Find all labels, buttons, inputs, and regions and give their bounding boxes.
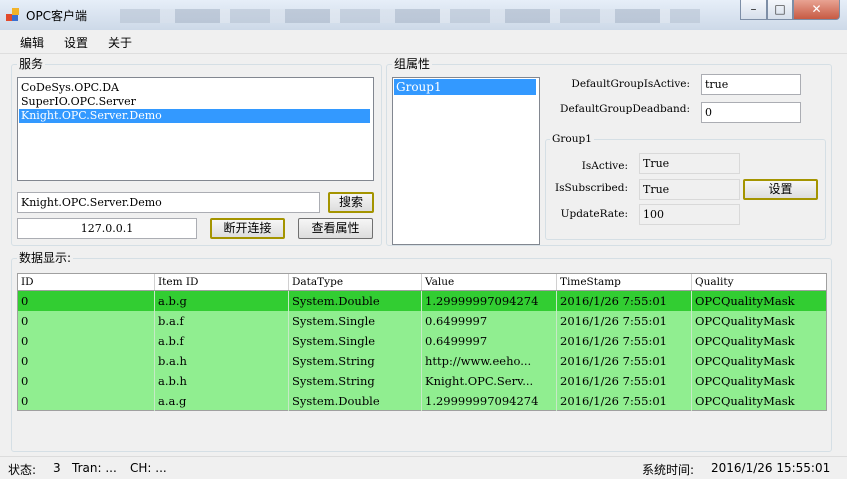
- cell-id: 0: [18, 311, 155, 331]
- table-row[interactable]: 0 b.a.f System.Single 0.6499997 2016/1/2…: [18, 311, 826, 331]
- minimize-button[interactable]: –: [740, 0, 767, 20]
- ip-address-field[interactable]: 127.0.0.1: [17, 218, 197, 239]
- service-item[interactable]: SuperIO.OPC.Server: [19, 95, 370, 109]
- cell-id: 0: [18, 291, 155, 311]
- cell-quality: OPCQualityMask: [695, 334, 795, 348]
- status-state-label: 状态:: [8, 463, 37, 477]
- close-button[interactable]: ✕: [793, 0, 840, 20]
- table-row[interactable]: 0 a.a.g System.Double 1.29999997094274 2…: [18, 391, 826, 411]
- default-active-field[interactable]: true: [701, 74, 801, 95]
- cell-datatype: System.String: [289, 351, 422, 371]
- cell-quality: OPCQualityMask: [695, 314, 795, 328]
- grid-header: ID Item ID DataType Value TimeStamp Qual…: [18, 274, 826, 291]
- cell-datatype: System.Single: [289, 331, 422, 351]
- cell-timestamp: 2016/1/26 7:55:01: [557, 311, 692, 331]
- cell-value: 1.29999997094274: [422, 391, 557, 411]
- cell-timestamp: 2016/1/26 7:55:01: [557, 291, 692, 311]
- cell-item-id: a.a.g: [155, 391, 289, 411]
- cell-item-id: a.b.g: [155, 291, 289, 311]
- cell-id: 0: [18, 371, 155, 391]
- cell-timestamp: 2016/1/26 7:55:01: [557, 351, 692, 371]
- cell-quality: OPCQualityMask: [695, 374, 795, 388]
- column-header[interactable]: ID: [18, 274, 155, 290]
- disconnect-button[interactable]: 断开连接: [210, 218, 285, 239]
- cell-timestamp: 2016/1/26 7:55:01: [557, 331, 692, 351]
- system-time-label: 系统时间:: [642, 463, 695, 477]
- window-title: OPC客户端: [26, 9, 88, 23]
- cell-quality: OPCQualityMask: [695, 354, 795, 368]
- cell-timestamp: 2016/1/26 7:55:01: [557, 371, 692, 391]
- is-active-field[interactable]: True: [639, 153, 740, 174]
- menu-edit[interactable]: 编辑: [20, 34, 44, 51]
- table-row-selected[interactable]: 0 a.b.g System.Double 1.29999997094274 2…: [18, 291, 826, 311]
- column-header[interactable]: Quality: [692, 274, 826, 290]
- service-item[interactable]: CoDeSys.OPC.DA: [19, 81, 370, 95]
- column-header[interactable]: Value: [422, 274, 557, 290]
- view-properties-button[interactable]: 查看属性: [298, 218, 373, 239]
- table-row[interactable]: 0 b.a.h System.String http://www.eeho...…: [18, 351, 826, 371]
- menu-settings[interactable]: 设置: [64, 34, 88, 51]
- cell-datatype: System.Single: [289, 311, 422, 331]
- maximize-button[interactable]: □: [767, 0, 793, 20]
- is-subscribed-field[interactable]: True: [639, 179, 740, 200]
- table-row[interactable]: 0 a.b.f System.Single 0.6499997 2016/1/2…: [18, 331, 826, 351]
- app-icon: [6, 8, 20, 22]
- groups-list[interactable]: Group1: [392, 77, 540, 245]
- cell-quality: OPCQualityMask: [695, 394, 795, 408]
- default-deadband-field[interactable]: 0: [701, 102, 801, 123]
- cell-item-id: b.a.f: [155, 311, 289, 331]
- cell-timestamp: 2016/1/26 7:55:01: [557, 391, 692, 411]
- services-label: 服务: [17, 57, 46, 71]
- title-bar: OPC客户端 – □ ✕: [0, 0, 847, 31]
- cell-value: 1.29999997094274: [422, 291, 557, 311]
- blurred-background: [120, 9, 700, 23]
- service-item-selected[interactable]: Knight.OPC.Server.Demo: [19, 109, 370, 123]
- cell-item-id: a.b.h: [155, 371, 289, 391]
- column-header[interactable]: DataType: [289, 274, 422, 290]
- cell-datatype: System.String: [289, 371, 422, 391]
- cell-id: 0: [18, 351, 155, 371]
- menu-about[interactable]: 关于: [108, 34, 132, 51]
- table-row[interactable]: 0 a.b.h System.String Knight.OPC.Serv...…: [18, 371, 826, 391]
- search-button[interactable]: 搜索: [328, 192, 374, 213]
- data-display-label: 数据显示:: [17, 251, 74, 265]
- status-tran: Tran: ...: [72, 461, 117, 475]
- group-properties-label: 组属性: [392, 57, 433, 71]
- default-active-label: DefaultGroupIsActive:: [571, 78, 690, 90]
- cell-id: 0: [18, 391, 155, 411]
- cell-datatype: System.Double: [289, 391, 422, 411]
- group-item-selected[interactable]: Group1: [394, 79, 536, 95]
- default-deadband-label: DefaultGroupDeadband:: [560, 103, 690, 115]
- cell-value: 0.6499997: [422, 331, 557, 351]
- status-bar: 状态: 3 Tran: ... CH: ... 系统时间: 2016/1/26 …: [0, 456, 847, 479]
- services-list[interactable]: CoDeSys.OPC.DA SuperIO.OPC.Server Knight…: [17, 77, 374, 181]
- system-time-value: 2016/1/26 15:55:01: [711, 461, 831, 475]
- cell-value: http://www.eeho...: [422, 351, 557, 371]
- cell-value: Knight.OPC.Serv...: [422, 371, 557, 391]
- column-header[interactable]: TimeStamp: [557, 274, 692, 290]
- cell-item-id: a.b.f: [155, 331, 289, 351]
- menu-bar: 编辑 设置 关于: [0, 30, 847, 54]
- group1-box-label: Group1: [550, 132, 594, 146]
- status-state-value: 3: [53, 461, 61, 475]
- cell-value: 0.6499997: [422, 311, 557, 331]
- status-ch: CH: ...: [130, 461, 167, 475]
- service-search-input[interactable]: Knight.OPC.Server.Demo: [17, 192, 320, 213]
- cell-datatype: System.Double: [289, 291, 422, 311]
- data-grid[interactable]: ID Item ID DataType Value TimeStamp Qual…: [17, 273, 827, 411]
- update-rate-label: UpdateRate:: [560, 208, 628, 220]
- update-rate-field[interactable]: 100: [639, 204, 740, 225]
- cell-item-id: b.a.h: [155, 351, 289, 371]
- set-button[interactable]: 设置: [743, 179, 818, 200]
- cell-quality: OPCQualityMask: [695, 294, 795, 308]
- column-header[interactable]: Item ID: [155, 274, 289, 290]
- is-active-label: IsActive:: [581, 160, 628, 172]
- cell-id: 0: [18, 331, 155, 351]
- is-subscribed-label: IsSubscribed:: [554, 182, 628, 194]
